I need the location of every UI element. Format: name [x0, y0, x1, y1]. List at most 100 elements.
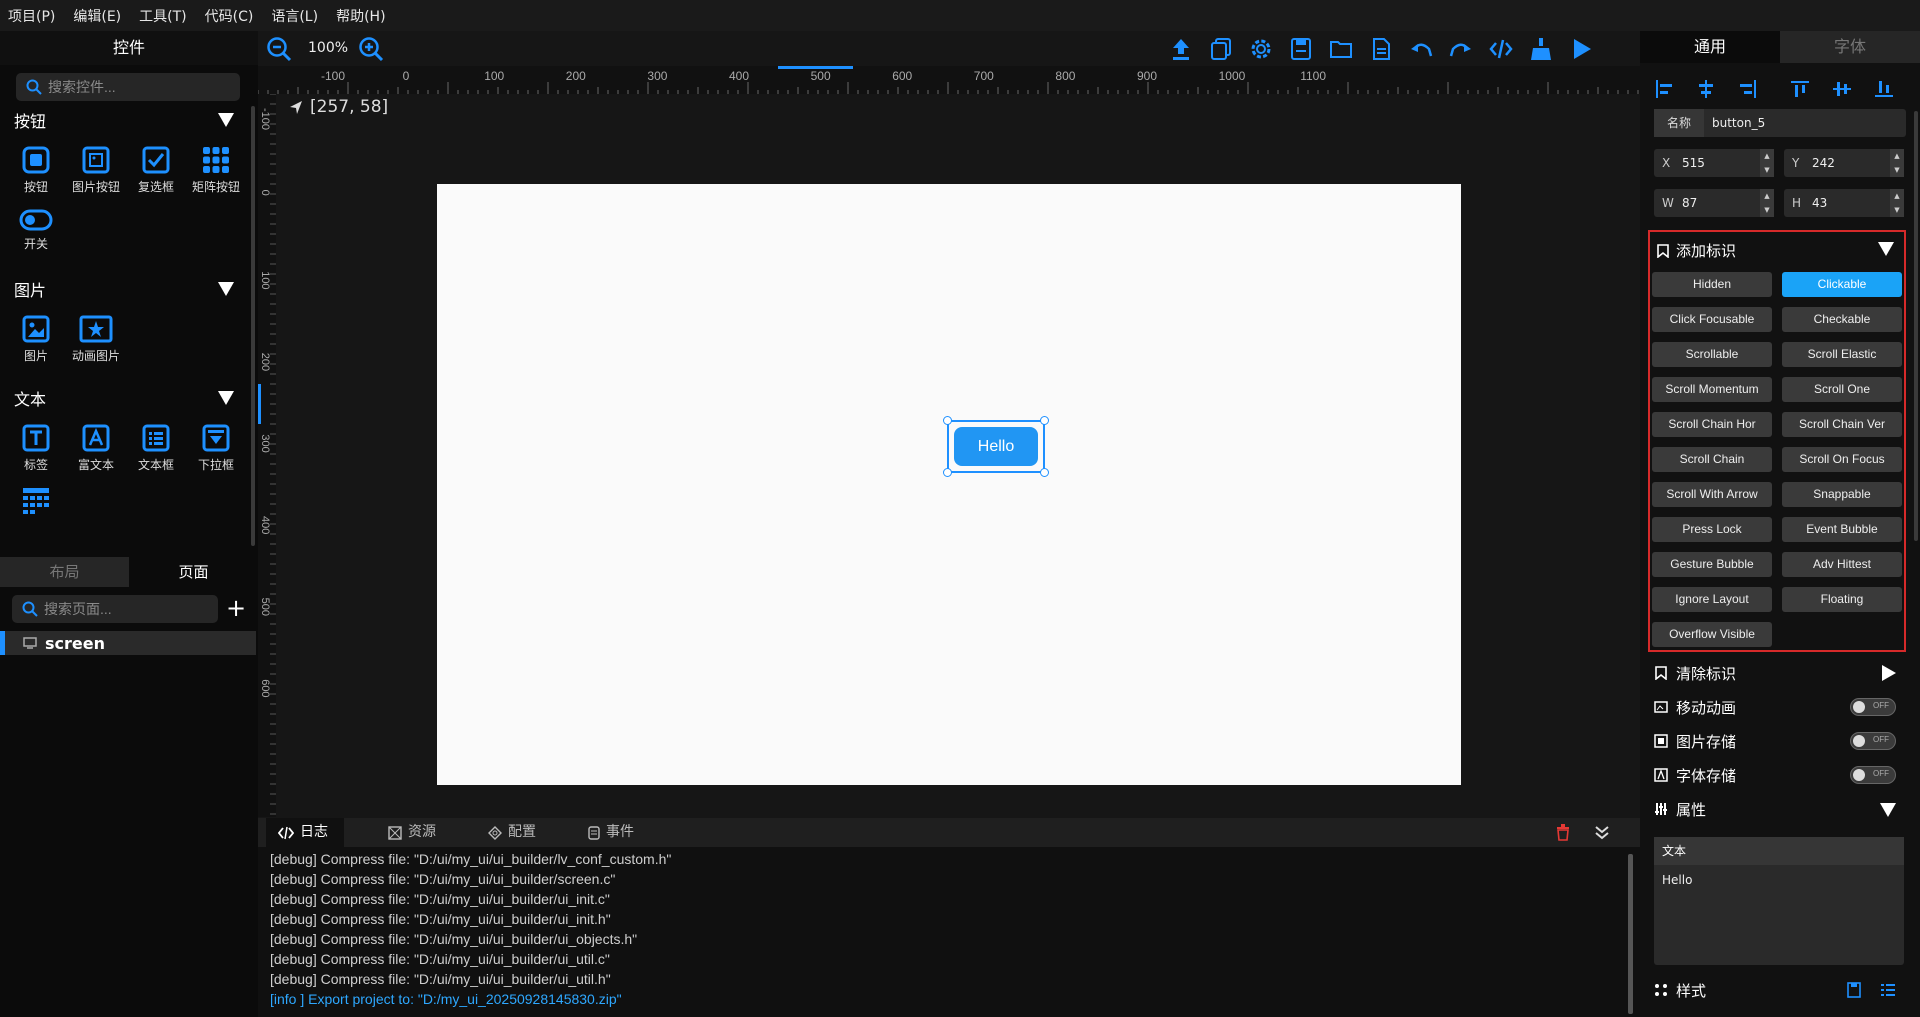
resize-handle[interactable] — [943, 468, 952, 477]
clean-broom-icon[interactable] — [1528, 36, 1554, 62]
w-field[interactable]: W 87 ▲ ▼ — [1654, 189, 1774, 217]
clear-flags-section[interactable]: 清除标识 — [1654, 658, 1904, 688]
text-property-value[interactable]: Hello — [1654, 865, 1904, 895]
flag-button[interactable]: Adv Hittest — [1782, 552, 1902, 577]
y-value[interactable]: 242 — [1812, 156, 1835, 170]
list-icon[interactable] — [1880, 982, 1896, 998]
flag-button[interactable]: Clickable — [1782, 272, 1902, 297]
copy-icon[interactable] — [1208, 36, 1234, 62]
x-field[interactable]: X 515 ▲ ▼ — [1654, 149, 1774, 177]
flag-button[interactable]: Scroll Elastic — [1782, 342, 1902, 367]
flag-button[interactable]: Scroll One — [1782, 377, 1902, 402]
page-search-input[interactable] — [44, 601, 204, 617]
x-spinner[interactable]: ▲ ▼ — [1760, 149, 1774, 177]
selection-box[interactable]: Hello — [943, 416, 1049, 477]
widget-button[interactable]: 按钮 — [6, 146, 66, 195]
section-text[interactable]: 文本 — [0, 383, 250, 413]
widget-search[interactable] — [16, 73, 240, 101]
collapse-panel-icon[interactable] — [1594, 824, 1610, 840]
collapse-icon[interactable] — [1878, 242, 1894, 256]
menu-language[interactable]: 语言(L) — [271, 6, 318, 26]
align-left-icon[interactable] — [1654, 79, 1674, 99]
resize-handle[interactable] — [1040, 468, 1049, 477]
screen-canvas[interactable]: Hello — [437, 184, 1461, 785]
flag-button[interactable]: Snappable — [1782, 482, 1902, 507]
flag-button[interactable]: Press Lock — [1652, 517, 1772, 542]
h-field[interactable]: H 43 ▲ ▼ — [1784, 189, 1904, 217]
widget-matrix-button[interactable]: 矩阵按钮 — [186, 146, 246, 195]
flag-button[interactable]: Gesture Bubble — [1652, 552, 1772, 577]
flag-button[interactable]: Scroll Chain — [1652, 447, 1772, 472]
tab-font[interactable]: 字体 — [1780, 31, 1920, 63]
name-field[interactable]: 名称 button_5 — [1654, 109, 1906, 137]
y-field[interactable]: Y 242 ▲ ▼ — [1784, 149, 1904, 177]
widget-label-widget[interactable]: 标签 — [6, 424, 66, 473]
resize-handle[interactable] — [1040, 416, 1049, 425]
flag-button[interactable]: Scroll Momentum — [1652, 377, 1772, 402]
tab-pages[interactable]: 页面 — [129, 557, 258, 587]
widget-search-input[interactable] — [48, 79, 208, 95]
flag-button[interactable]: Event Bubble — [1782, 517, 1902, 542]
widget-dropdown[interactable]: 下拉框 — [186, 424, 246, 473]
font-store-toggle[interactable]: OFF — [1850, 766, 1896, 784]
tab-resources[interactable]: 资源 — [388, 818, 436, 847]
flag-button[interactable]: Checkable — [1782, 307, 1902, 332]
document-icon[interactable] — [1368, 36, 1394, 62]
flag-button[interactable]: Scroll Chain Ver — [1782, 412, 1902, 437]
undo-icon[interactable] — [1408, 36, 1434, 62]
tab-log[interactable]: 日志 — [266, 818, 344, 847]
tab-general[interactable]: 通用 — [1640, 31, 1780, 63]
code-icon[interactable] — [1488, 36, 1514, 62]
add-page-button[interactable]: + — [226, 594, 246, 622]
flag-button[interactable]: Scrollable — [1652, 342, 1772, 367]
resize-handle[interactable] — [943, 416, 952, 425]
align-center-v-icon[interactable] — [1832, 79, 1852, 99]
page-item-screen[interactable]: screen — [0, 631, 256, 655]
flag-button[interactable]: Floating — [1782, 587, 1902, 612]
menu-help[interactable]: 帮助(H) — [336, 6, 385, 26]
properties-section[interactable]: 属性 — [1654, 794, 1904, 824]
collapse-icon[interactable] — [218, 113, 234, 127]
tab-config[interactable]: 配置 — [488, 818, 536, 847]
log-scrollbar[interactable] — [1628, 854, 1633, 1014]
widget-richtext[interactable]: 富文本 — [66, 424, 126, 473]
upload-icon[interactable] — [1168, 36, 1194, 62]
flag-button[interactable]: Scroll On Focus — [1782, 447, 1902, 472]
widget-switch[interactable]: 开关 — [6, 209, 66, 252]
align-center-h-icon[interactable] — [1696, 79, 1716, 99]
x-value[interactable]: 515 — [1682, 156, 1705, 170]
add-flags-header[interactable]: 添加标识 — [1656, 240, 1736, 261]
widget-textarea[interactable]: 文本框 — [126, 424, 186, 473]
align-top-icon[interactable] — [1790, 79, 1810, 99]
menu-edit[interactable]: 编辑(E) — [73, 6, 121, 26]
widget-calendar[interactable] — [6, 487, 66, 523]
properties-scrollbar[interactable] — [1914, 111, 1918, 541]
flag-button[interactable]: Click Focusable — [1652, 307, 1772, 332]
play-icon[interactable] — [1568, 36, 1594, 62]
collapse-icon[interactable] — [218, 282, 234, 296]
h-spinner[interactable]: ▲ ▼ — [1890, 189, 1904, 217]
page-search[interactable] — [12, 595, 218, 623]
style-section[interactable]: 样式 — [1654, 975, 1904, 1005]
align-bottom-icon[interactable] — [1874, 79, 1894, 99]
tab-events[interactable]: 事件 — [588, 818, 634, 847]
widget-image-button[interactable]: 图片按钮 — [66, 146, 126, 195]
tab-layout[interactable]: 布局 — [0, 557, 129, 587]
w-value[interactable]: 87 — [1682, 196, 1697, 210]
expand-icon[interactable] — [1882, 665, 1896, 681]
flag-button[interactable]: Scroll Chain Hor — [1652, 412, 1772, 437]
flag-button[interactable]: Scroll With Arrow — [1652, 482, 1772, 507]
trash-icon[interactable] — [1555, 824, 1571, 841]
folder-icon[interactable] — [1328, 36, 1354, 62]
section-buttons[interactable]: 按钮 — [0, 105, 250, 135]
collapse-icon[interactable] — [218, 391, 234, 405]
menu-code[interactable]: 代码(C) — [205, 6, 254, 26]
flag-button[interactable]: Ignore Layout — [1652, 587, 1772, 612]
h-value[interactable]: 43 — [1812, 196, 1827, 210]
menu-tools[interactable]: 工具(T) — [139, 6, 186, 26]
menu-project[interactable]: 项目(P) — [8, 6, 55, 26]
move-anim-toggle[interactable]: OFF — [1850, 698, 1896, 716]
flag-button[interactable]: Overflow Visible — [1652, 622, 1772, 647]
zoom-in-icon[interactable] — [358, 36, 384, 62]
save-style-icon[interactable] — [1846, 982, 1862, 998]
